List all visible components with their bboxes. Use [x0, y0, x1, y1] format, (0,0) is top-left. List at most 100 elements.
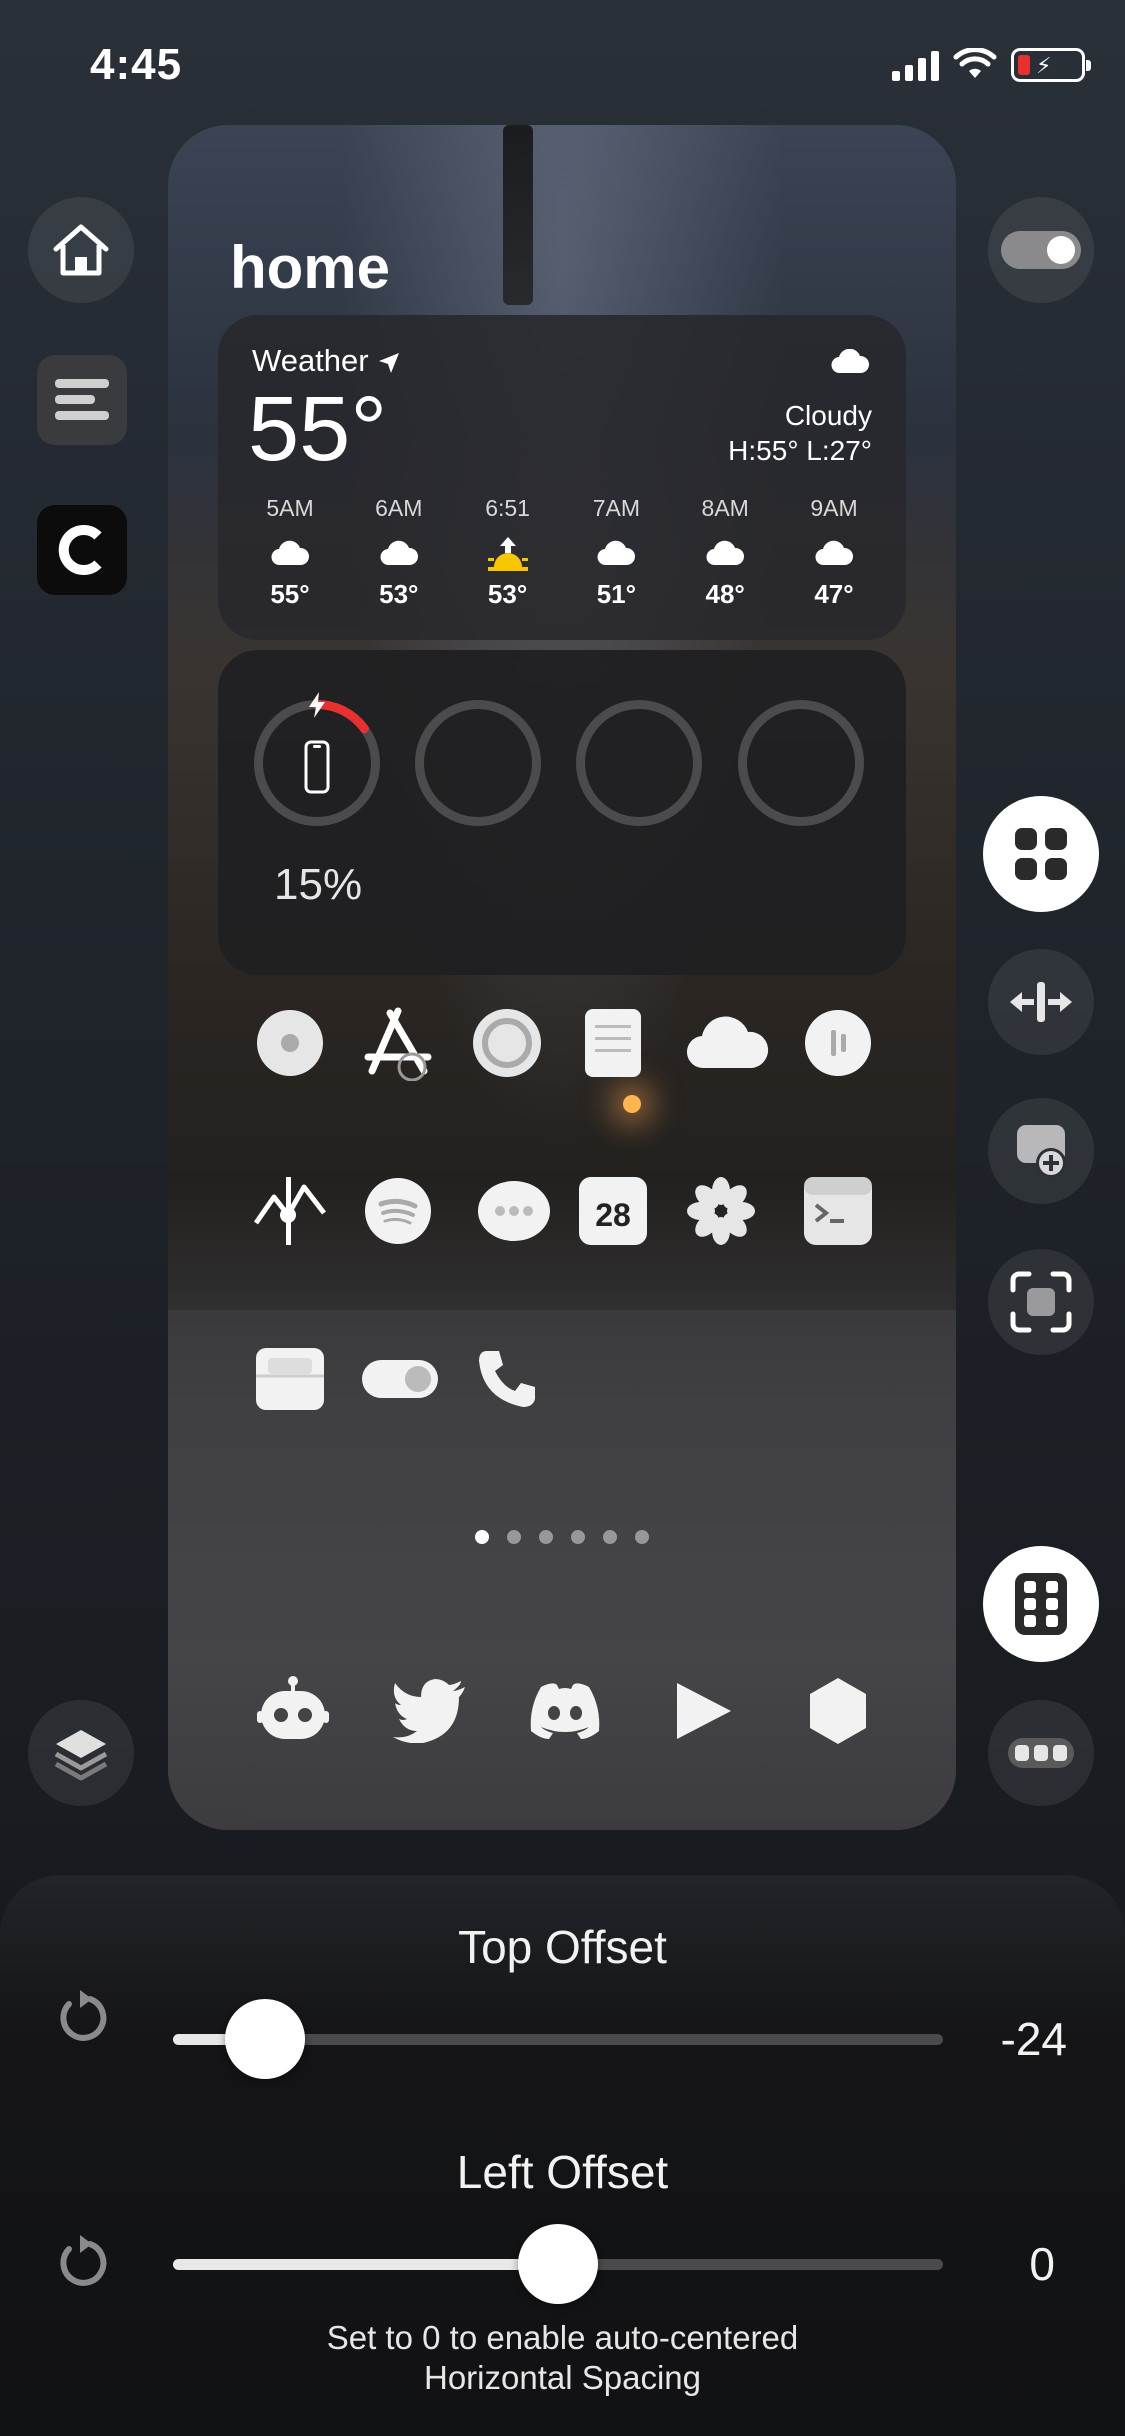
widget-grid-button[interactable] [983, 796, 1099, 912]
status-icons: ⚡ [892, 48, 1091, 82]
forecast-temp: 55° [270, 579, 310, 609]
page-dot[interactable] [507, 1530, 521, 1544]
top-offset-slider-thumb[interactable] [225, 1999, 306, 2079]
viewfinder-icon [1010, 1271, 1072, 1333]
charging-bolt-icon [309, 692, 325, 718]
homescreen-preview: home Weather 55° Cloudy H:55° L:27° 5AM 5… [168, 125, 956, 1830]
add-widget-icon [1017, 1125, 1066, 1178]
forecast-hour: 8AM 48° [675, 495, 775, 610]
spotify-app-icon[interactable] [360, 1173, 436, 1249]
c-app-button[interactable] [37, 505, 127, 595]
discord-app-icon[interactable] [524, 1670, 606, 1752]
hexagon-app-icon[interactable] [797, 1670, 879, 1752]
camera-ring-app-icon[interactable] [469, 1005, 545, 1081]
list-layout-button[interactable] [37, 355, 127, 445]
stocks-app-icon[interactable] [252, 1173, 328, 1249]
layers-button[interactable] [28, 1700, 134, 1806]
forecast-temp: 53° [379, 579, 419, 609]
forecast-hour: 6:51 53° [458, 495, 558, 610]
twitter-app-icon[interactable] [388, 1670, 470, 1752]
toggle-switch-icon [1001, 231, 1081, 269]
forecast-hour: 6AM 53° [349, 495, 449, 610]
forecast-hour: 5AM 55° [240, 495, 340, 610]
page-dot[interactable] [635, 1530, 649, 1544]
dots-grid-icon [1015, 1573, 1067, 1635]
page-dot[interactable] [603, 1530, 617, 1544]
iphone-icon [304, 740, 330, 794]
forecast-time: 9AM [810, 495, 858, 521]
c-letter-icon [58, 525, 102, 575]
forecast-hour: 7AM 51° [566, 495, 666, 610]
forecast-temp: 53° [487, 579, 528, 609]
reset-left-offset-icon[interactable] [52, 2233, 112, 2293]
horizontal-spacing-button[interactable] [988, 949, 1094, 1055]
page-title: home [230, 234, 391, 301]
calendar-day: 28 [595, 1197, 631, 1233]
forecast-time: 8AM [701, 495, 749, 521]
home-button[interactable] [28, 197, 134, 303]
play-app-icon[interactable] [662, 1670, 744, 1752]
stacked-bars-icon [55, 379, 109, 420]
left-offset-slider-fill [173, 2259, 558, 2270]
phone-app-icon[interactable] [469, 1341, 545, 1417]
cloud-icon [596, 527, 636, 579]
weather-widget[interactable]: Weather 55° Cloudy H:55° L:27° 5AM 55° 6AM… [218, 315, 906, 640]
forecast-time: 6:51 [485, 495, 530, 521]
hourly-forecast: 5AM 55° 6AM 53° 6:51 53° 7AM 51° 8AM 48° 9AM 47° [240, 495, 884, 610]
battery-icon: ⚡ [1011, 48, 1091, 82]
icloud-app-icon[interactable] [683, 1005, 773, 1081]
notes-app-icon[interactable] [575, 1005, 651, 1081]
dock-dots-icon [1008, 1738, 1074, 1768]
forecast-temp: 48° [705, 579, 745, 609]
top-offset-value: -24 [1000, 2013, 1067, 2065]
cellular-signal-icon [892, 49, 939, 81]
left-offset-label: Left Offset [456, 2146, 669, 2198]
toggle-button[interactable] [988, 197, 1094, 303]
robot-app-icon[interactable] [252, 1670, 334, 1752]
weather-high-low: H:55° L:27° [728, 435, 872, 466]
voice-memos-app-icon[interactable] [800, 1005, 876, 1081]
weather-condition: Cloudy [784, 400, 872, 431]
mail-app-icon[interactable] [252, 1341, 328, 1417]
calendar-app-icon[interactable]: 28 [575, 1173, 651, 1249]
left-offset-slider-thumb[interactable] [518, 2224, 598, 2304]
auto-center-hint: Set to 0 to enable auto-centered Horizon… [326, 2319, 799, 2396]
forecast-temp: 47° [814, 579, 854, 609]
battery-widget[interactable]: 15% [218, 650, 906, 975]
terminal-app-icon[interactable] [800, 1173, 876, 1249]
house-icon [53, 224, 109, 276]
sunrise-icon [486, 527, 530, 579]
pagoda-silhouette [503, 125, 533, 305]
layers-icon [54, 1730, 108, 1781]
location-arrow-icon [379, 352, 400, 373]
horizontal-resize-icon [1010, 982, 1072, 1022]
page-dot[interactable] [539, 1530, 553, 1544]
status-time: 4:45 [90, 40, 183, 89]
music-disc-app-icon[interactable] [252, 1005, 328, 1081]
cloud-icon [379, 527, 419, 579]
toggle-app-icon[interactable] [360, 1341, 440, 1417]
add-widget-button[interactable] [988, 1098, 1094, 1204]
forecast-temp: 51° [596, 579, 637, 609]
reset-top-offset-icon[interactable] [52, 1988, 112, 2048]
frame-button[interactable] [988, 1249, 1094, 1355]
forecast-time: 7AM [592, 495, 641, 521]
left-offset-value: 0 [1029, 2238, 1055, 2290]
four-squares-icon [1015, 828, 1067, 880]
top-offset-label: Top Offset [458, 1921, 667, 1973]
dock-button[interactable] [988, 1700, 1094, 1806]
battery-ring-empty [738, 700, 864, 826]
forecast-time: 5AM [266, 495, 314, 521]
weather-location-label: Weather [252, 343, 369, 378]
page-dot[interactable] [571, 1530, 585, 1544]
page-indicator[interactable] [168, 1530, 956, 1544]
app-store-icon[interactable] [360, 1005, 436, 1081]
battery-ring-empty [415, 700, 541, 826]
battery-percent: 15% [274, 860, 363, 909]
page-dot[interactable] [475, 1530, 489, 1544]
app-grid-button[interactable] [983, 1546, 1099, 1662]
photos-app-icon[interactable] [683, 1173, 759, 1249]
battery-ring-empty [576, 700, 702, 826]
messages-app-icon[interactable] [469, 1173, 559, 1249]
street-lamp [623, 1095, 641, 1113]
